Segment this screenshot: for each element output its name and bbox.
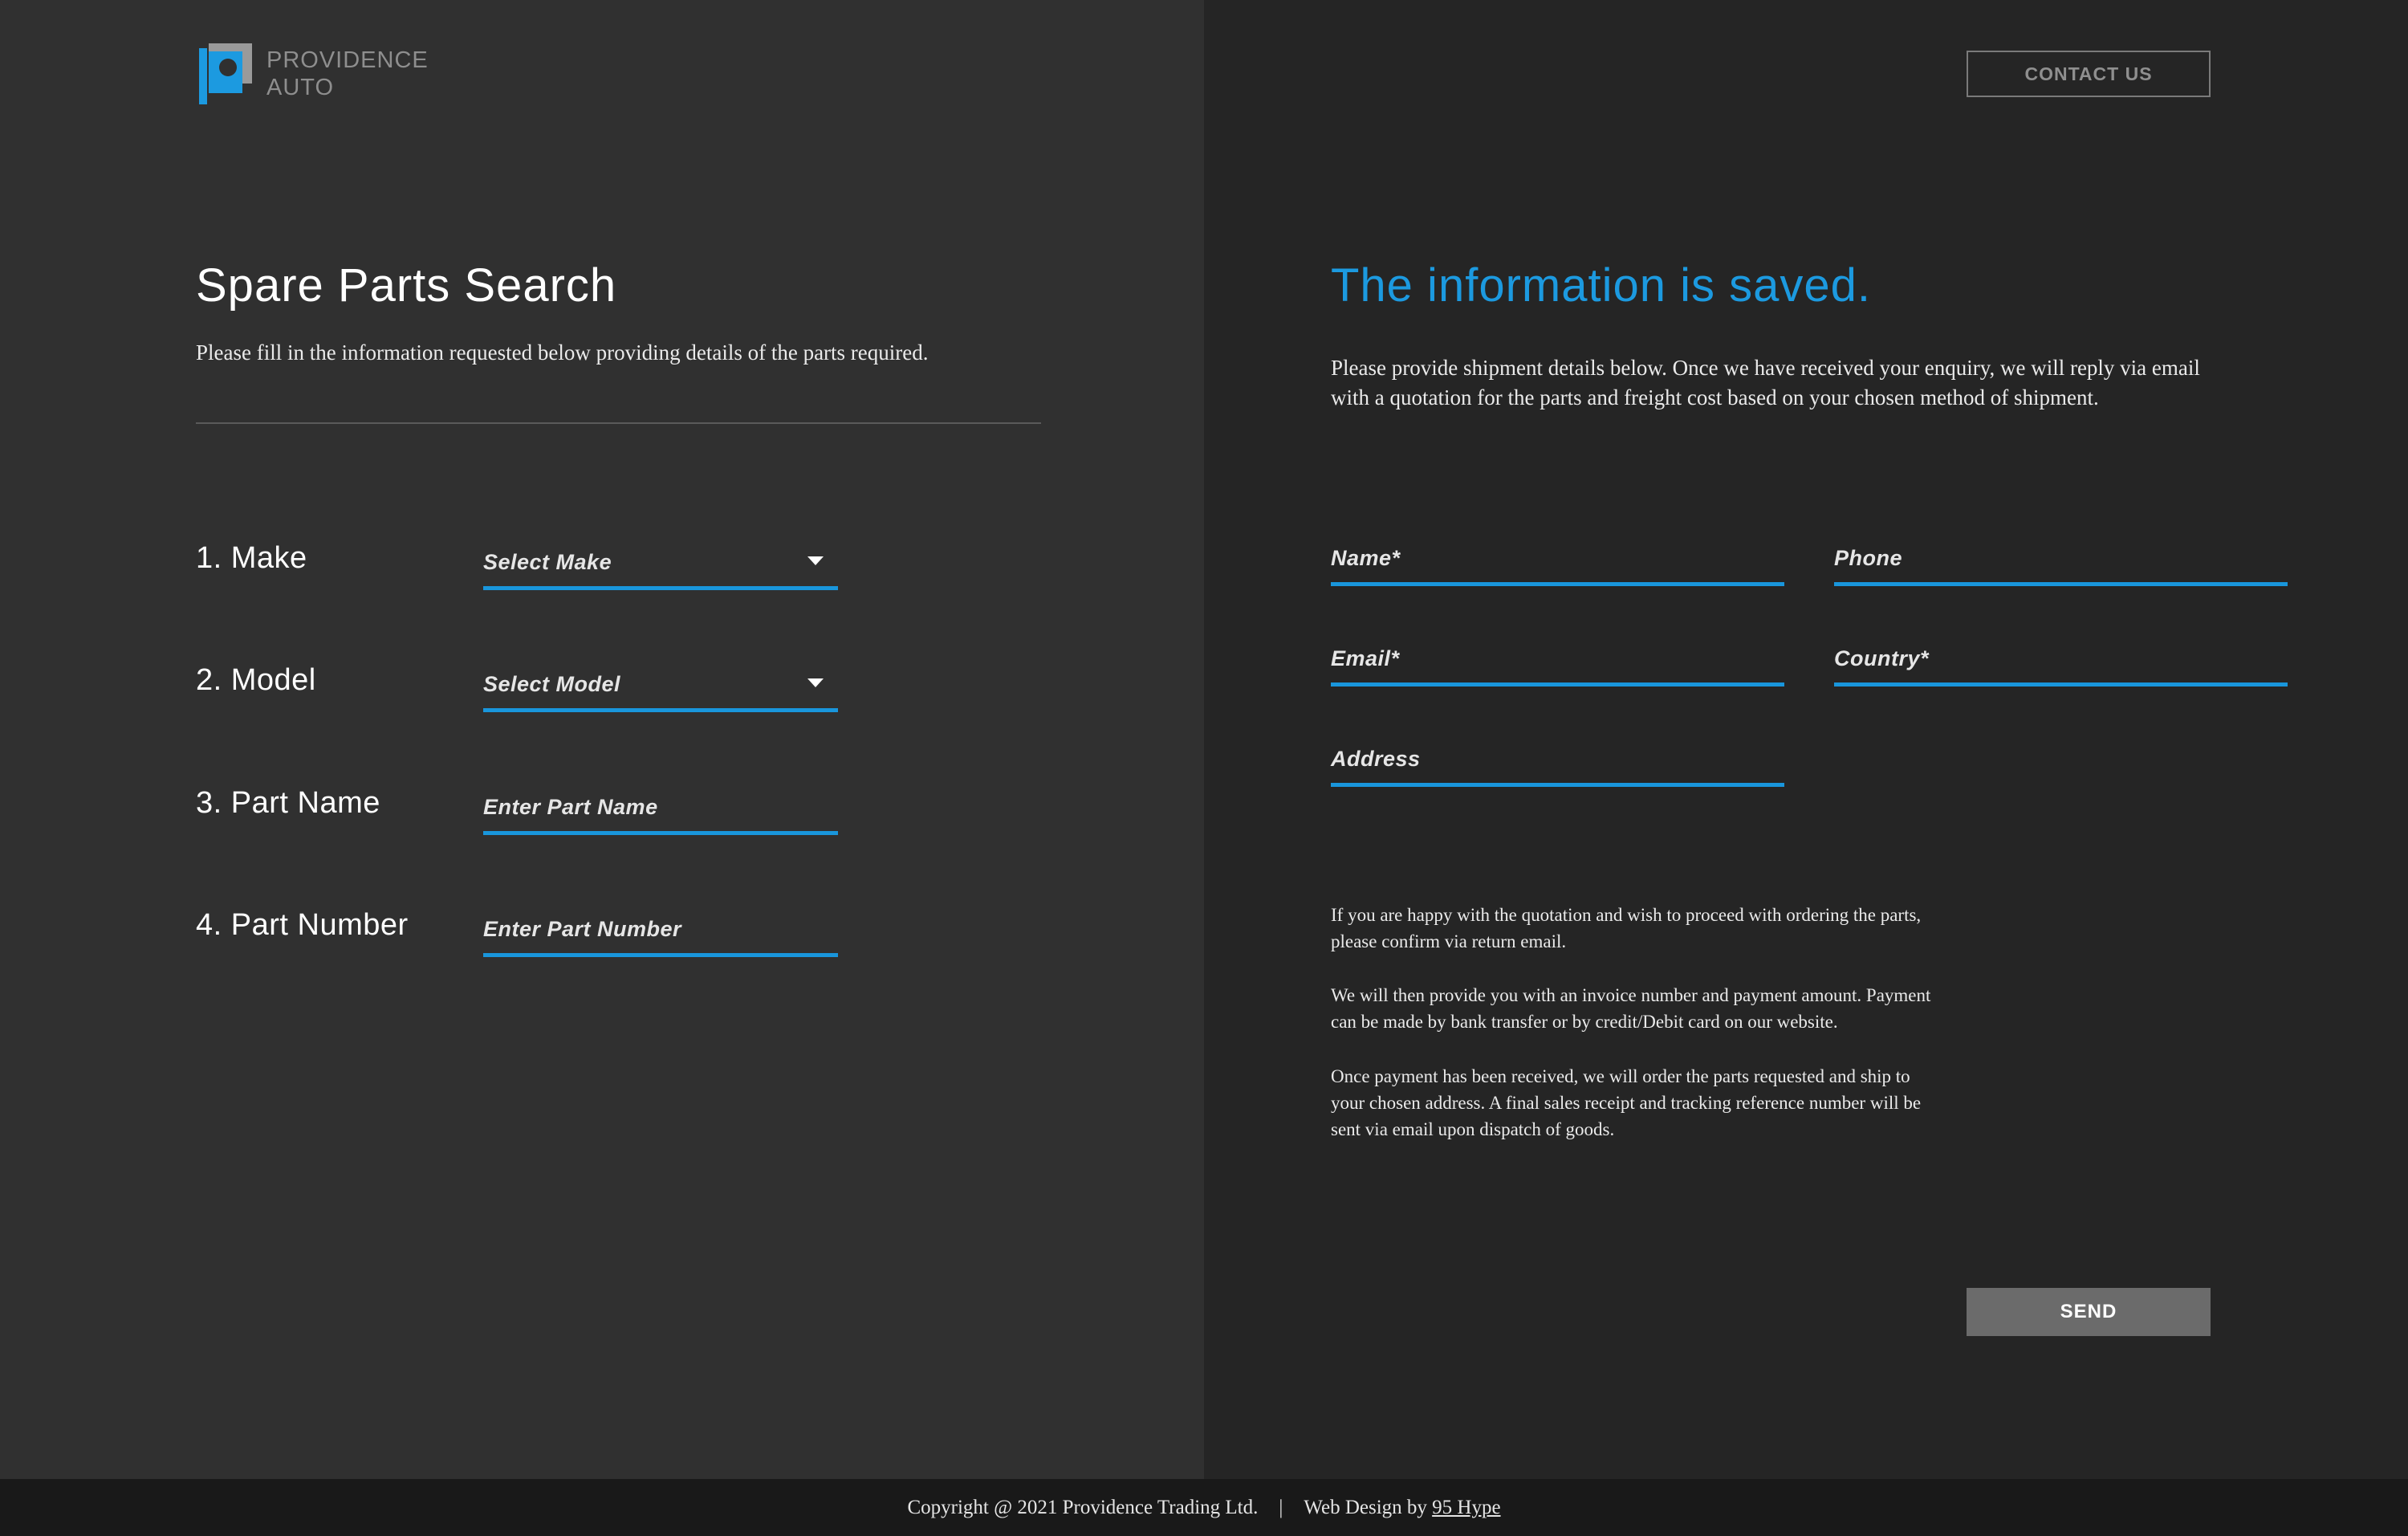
contact-us-button[interactable]: CONTACT US bbox=[1967, 51, 2211, 97]
chevron-down-icon bbox=[807, 678, 824, 687]
divider bbox=[196, 422, 1041, 424]
brand-logo[interactable]: PROVIDENCE AUTO bbox=[199, 43, 429, 104]
footer-separator: | bbox=[1279, 1496, 1283, 1518]
copyright-text: Copyright @ 2021 Providence Trading Ltd. bbox=[907, 1496, 1259, 1518]
info-paragraph-dispatch: Once payment has been received, we will … bbox=[1331, 1066, 1922, 1139]
address-placeholder: Address bbox=[1331, 747, 1421, 771]
brand-line-1: PROVIDENCE bbox=[266, 47, 429, 73]
make-select[interactable]: Select Make bbox=[483, 542, 838, 590]
make-label: 1. Make bbox=[196, 541, 307, 575]
info-paragraph-invoice: We will then provide you with an invoice… bbox=[1331, 985, 1931, 1032]
brand-line-2: AUTO bbox=[266, 75, 335, 100]
model-select[interactable]: Select Model bbox=[483, 664, 838, 712]
part-number-input[interactable]: Enter Part Number bbox=[483, 909, 838, 957]
web-design-credit: Web Design by bbox=[1304, 1496, 1433, 1518]
phone-field[interactable]: Phone bbox=[1834, 538, 2288, 586]
email-field[interactable]: Email* bbox=[1331, 638, 1784, 687]
footer: Copyright @ 2021 Providence Trading Ltd.… bbox=[0, 1479, 2408, 1536]
part-name-placeholder: Enter Part Name bbox=[483, 795, 658, 819]
saved-title: The information is saved. bbox=[1331, 259, 1871, 312]
make-placeholder: Select Make bbox=[483, 550, 612, 574]
part-name-label: 3. Part Name bbox=[196, 786, 380, 820]
phone-placeholder: Phone bbox=[1834, 546, 1903, 570]
email-placeholder: Email* bbox=[1331, 646, 1400, 670]
country-placeholder: Country* bbox=[1834, 646, 1929, 670]
designer-link[interactable]: 95 Hype bbox=[1432, 1497, 1500, 1519]
model-placeholder: Select Model bbox=[483, 672, 621, 696]
name-placeholder: Name* bbox=[1331, 546, 1401, 570]
part-number-placeholder: Enter Part Number bbox=[483, 917, 682, 941]
address-field[interactable]: Address bbox=[1331, 739, 1784, 787]
brand-name: PROVIDENCE AUTO bbox=[266, 47, 429, 101]
part-number-label: 4. Part Number bbox=[196, 908, 409, 942]
name-field[interactable]: Name* bbox=[1331, 538, 1784, 586]
country-field[interactable]: Country* bbox=[1834, 638, 2288, 687]
shipment-subtitle: Please provide shipment details below. O… bbox=[1331, 356, 2200, 409]
model-label: 2. Model bbox=[196, 663, 316, 697]
part-name-input[interactable]: Enter Part Name bbox=[483, 787, 838, 835]
info-paragraph-quotation: If you are happy with the quotation and … bbox=[1331, 905, 1922, 951]
search-subtitle: Please fill in the information requested… bbox=[196, 340, 929, 365]
providence-logo-icon bbox=[199, 43, 252, 104]
send-button[interactable]: SEND bbox=[1967, 1288, 2211, 1336]
chevron-down-icon bbox=[807, 556, 824, 565]
search-panel bbox=[0, 0, 1204, 1479]
search-title: Spare Parts Search bbox=[196, 259, 617, 312]
